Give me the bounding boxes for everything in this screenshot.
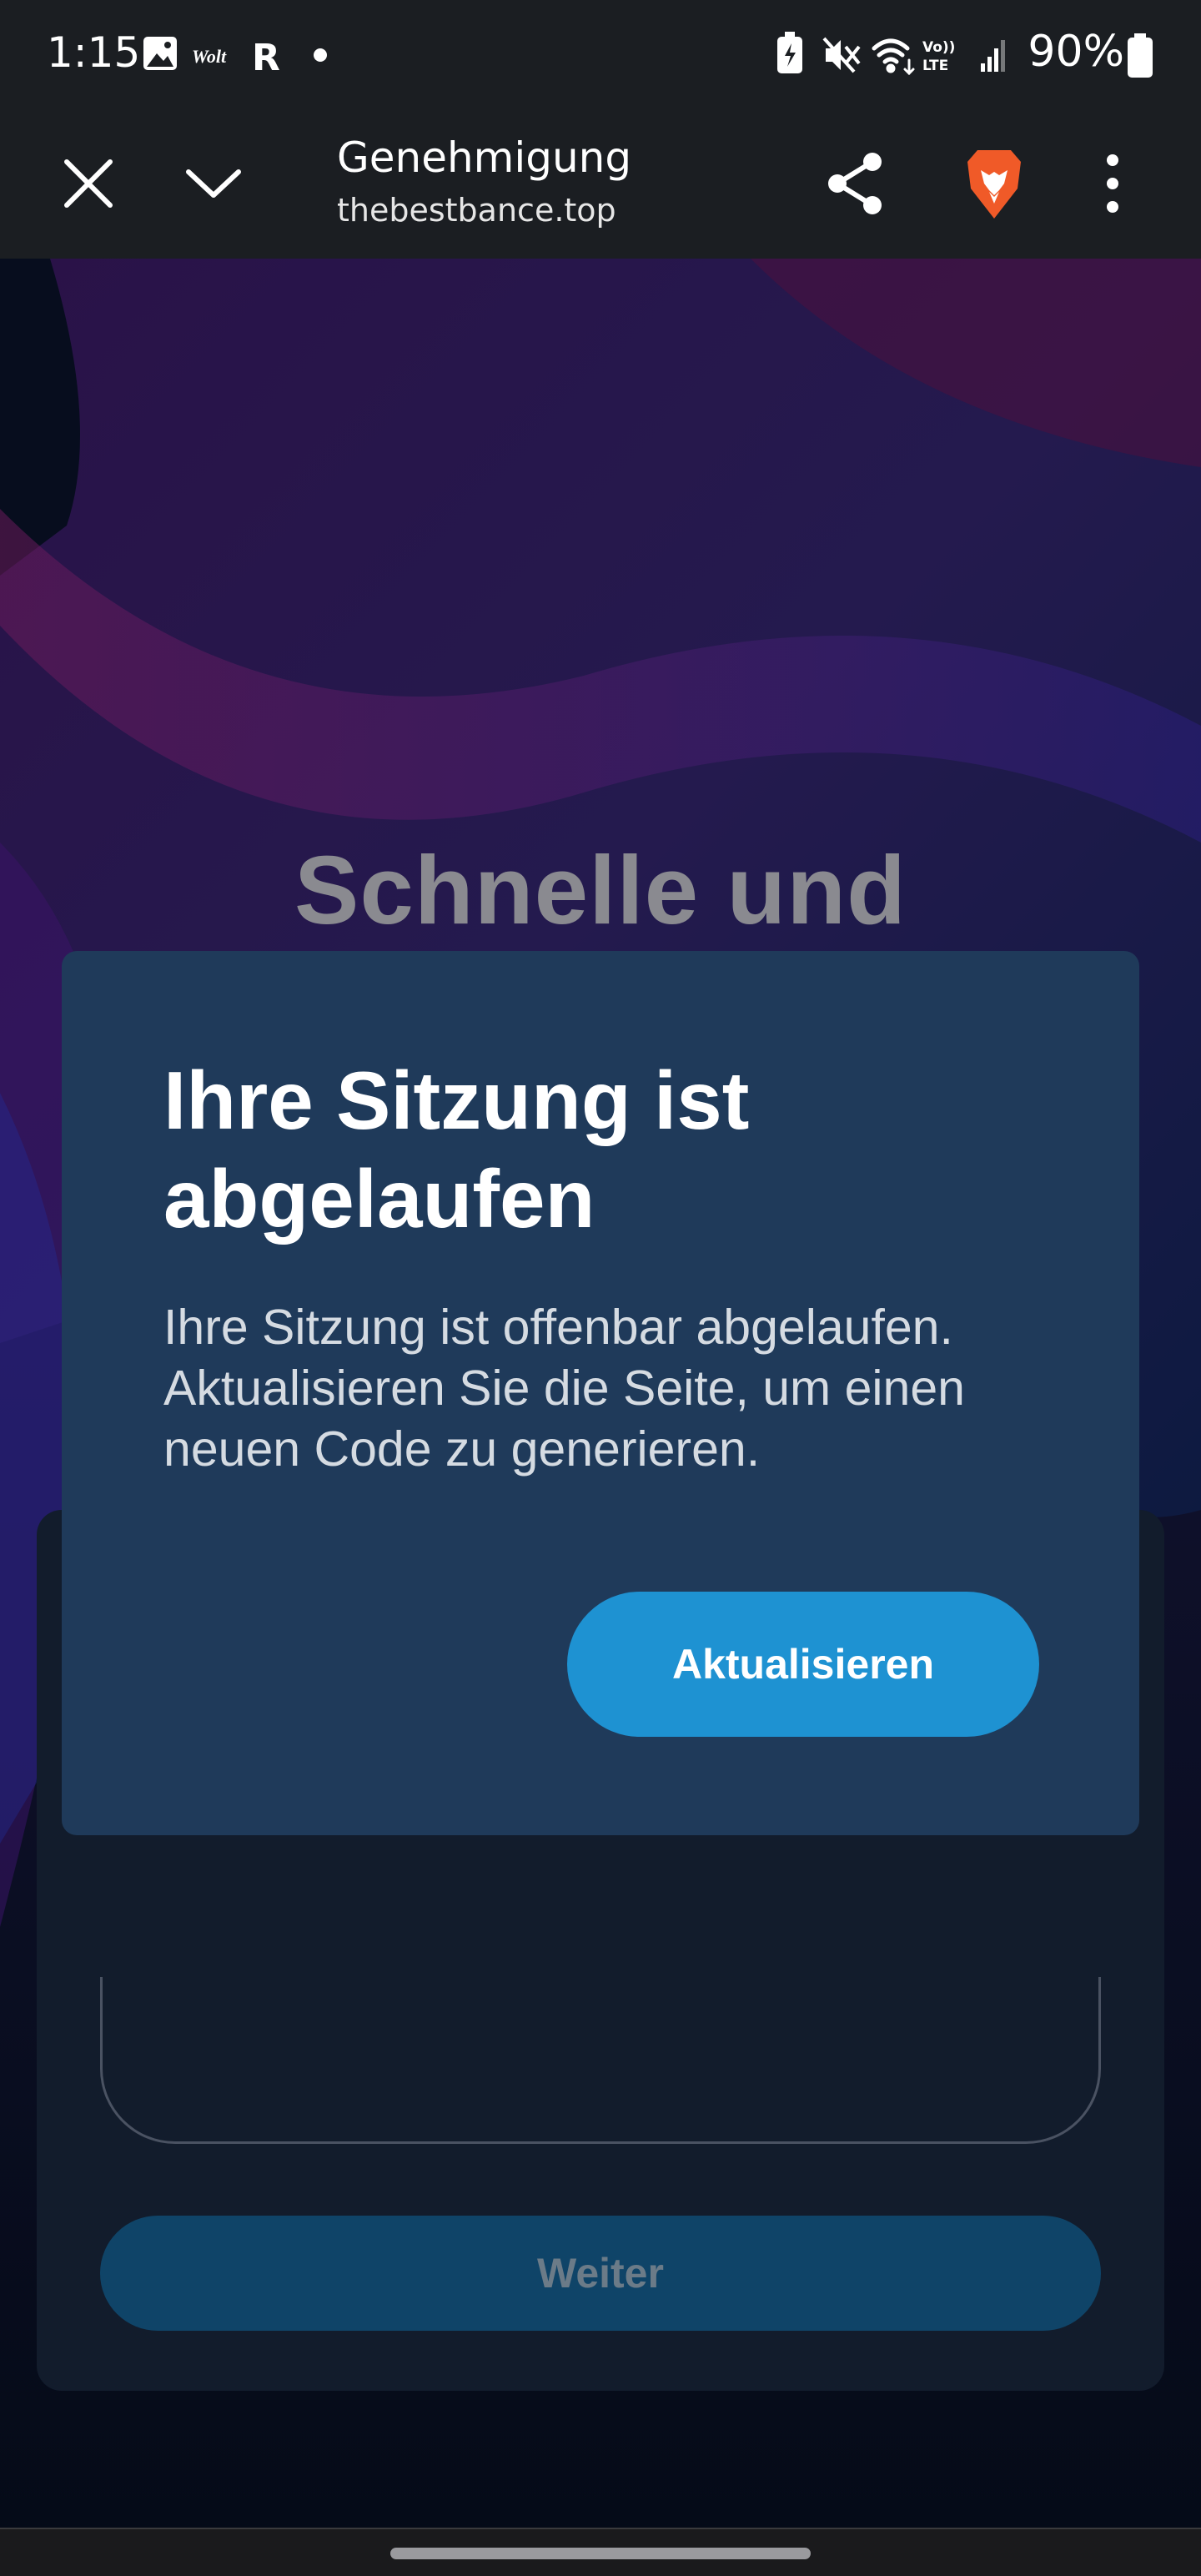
dialog-title: Ihre Sitzung ist abgelaufen: [163, 1054, 750, 1245]
continue-button[interactable]: Weiter: [100, 2216, 1101, 2331]
volte-icon: Vo)) LTE: [922, 39, 955, 74]
close-button[interactable]: [47, 142, 130, 225]
page-url[interactable]: thebestbance.top: [337, 192, 616, 229]
share-icon: [828, 153, 882, 214]
browser-toolbar: Genehmigung thebestbance.top: [0, 108, 1201, 259]
wifi-icon: [872, 38, 915, 76]
brave-shields-button[interactable]: [952, 142, 1036, 225]
minimize-button[interactable]: [172, 142, 255, 225]
hero-heading: Schnelle und: [294, 836, 907, 944]
browser-screen: 1:15 Wolt R 90% Vo)) LTE Genehmigung the…: [0, 0, 1201, 2576]
refresh-button[interactable]: Aktualisieren: [567, 1592, 1039, 1737]
system-navigation-bar: [0, 2528, 1201, 2576]
share-button[interactable]: [814, 142, 897, 225]
svg-text:LTE: LTE: [922, 58, 948, 74]
more-vertical-icon: [1107, 154, 1118, 213]
wolt-icon: Wolt: [192, 46, 227, 67]
status-left-icons: Wolt R: [143, 37, 327, 77]
gallery-icon: [143, 37, 177, 70]
dot-icon: [314, 48, 327, 62]
brave-lion-icon: [967, 150, 1021, 219]
battery-percent: 90%: [1028, 27, 1124, 77]
code-input[interactable]: [100, 1977, 1101, 2144]
web-content: Schnelle und Weiter Ihre Sitzung ist abg…: [0, 259, 1201, 2528]
chevron-down-icon: [186, 169, 241, 198]
home-indicator[interactable]: [390, 2548, 811, 2559]
close-icon: [64, 159, 113, 208]
more-menu-button[interactable]: [1071, 142, 1154, 225]
battery-icon: [1128, 33, 1153, 78]
mute-icon: [822, 37, 861, 73]
session-expired-dialog: Ihre Sitzung ist abgelaufen Ihre Sitzung…: [62, 951, 1139, 1835]
dialog-message: Ihre Sitzung ist offenbar abgelaufen. Ak…: [163, 1300, 965, 1477]
svg-text:Vo)): Vo)): [922, 39, 955, 56]
revolut-icon: R: [252, 37, 280, 77]
page-title: Genehmigung: [337, 133, 632, 182]
status-bar: 1:15 Wolt R 90% Vo)) LTE: [0, 0, 1201, 108]
signal-icon: [981, 40, 1005, 72]
status-right-icons: Vo)) LTE: [777, 32, 1005, 76]
battery-saver-icon: [777, 32, 802, 73]
status-time: 1:15: [47, 28, 141, 77]
